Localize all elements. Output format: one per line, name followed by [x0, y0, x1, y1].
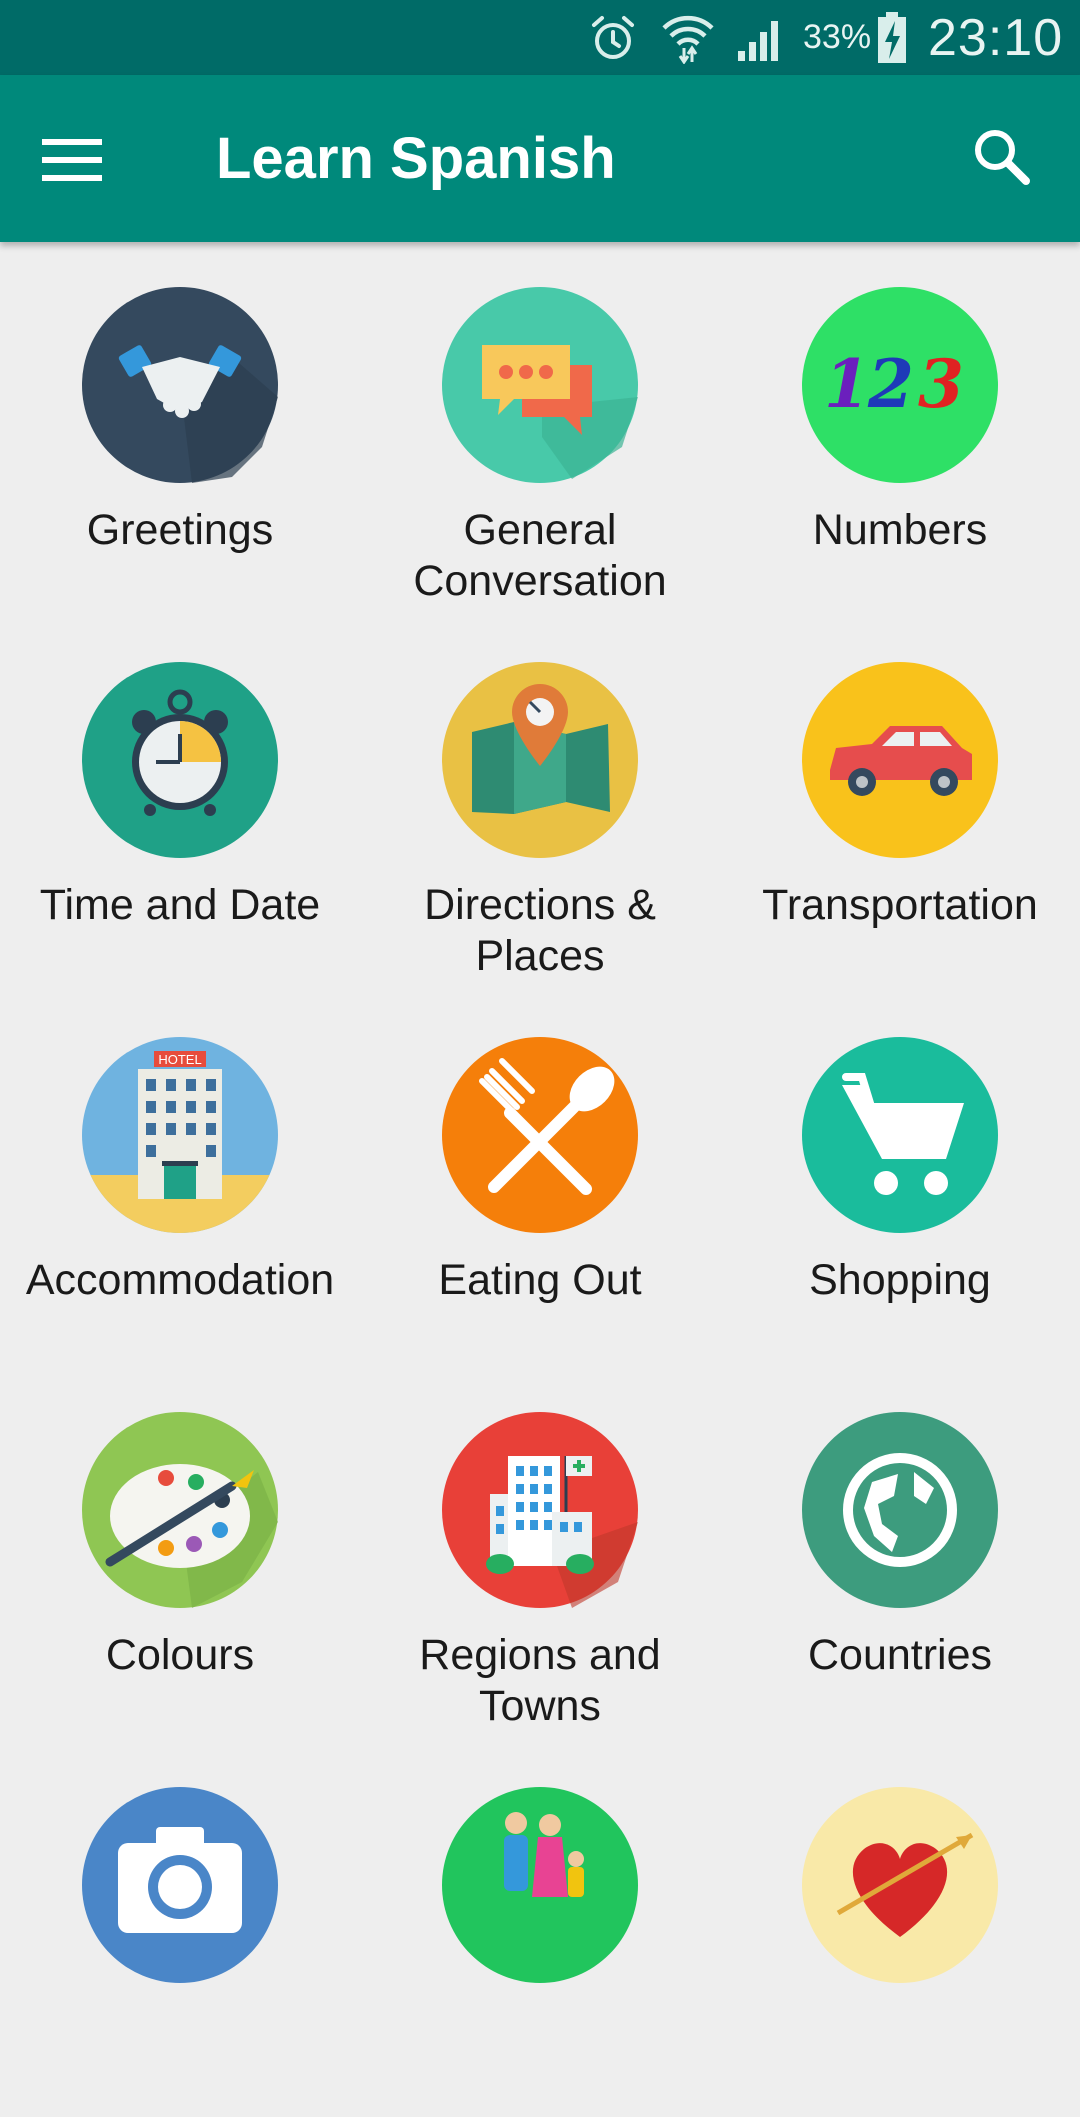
category-label: Directions & Places	[424, 881, 656, 980]
alarm-clock-icon	[82, 662, 278, 858]
car-icon	[802, 662, 998, 858]
category-accommodation[interactable]: HOTEL Accommodation	[0, 992, 360, 1367]
status-bar: 33% 23:10	[0, 0, 1080, 75]
battery-charging-icon	[876, 0, 908, 75]
hamburger-menu-icon[interactable]	[38, 125, 128, 195]
svg-text:HOTEL: HOTEL	[158, 1052, 201, 1067]
category-transportation[interactable]: Transportation	[720, 617, 1080, 992]
category-label: Greetings	[86, 506, 274, 554]
status-time: 23:10	[928, 8, 1064, 67]
camera-icon	[82, 1787, 278, 1983]
category-family[interactable]	[360, 1742, 720, 2117]
page-title: Learn Spanish	[216, 126, 616, 191]
category-label: Accommodation	[25, 1256, 335, 1304]
category-colours[interactable]: Colours	[0, 1367, 360, 1742]
svg-text:1: 1	[824, 345, 870, 423]
handshake-icon	[82, 287, 278, 483]
app-bar: Learn Spanish	[0, 75, 1080, 242]
fork-spoon-icon	[442, 1037, 638, 1233]
category-label: Numbers	[812, 506, 988, 554]
category-regions-and-towns[interactable]: Regions and Towns	[360, 1367, 720, 1742]
category-label: Shopping	[809, 1256, 991, 1304]
globe-icon	[802, 1412, 998, 1608]
map-pin-icon	[442, 662, 638, 858]
category-eating-out[interactable]: Eating Out	[360, 992, 720, 1367]
category-label: Eating Out	[438, 1256, 642, 1304]
category-love[interactable]	[720, 1742, 1080, 2117]
numbers-123-icon: 1 2 3	[802, 287, 998, 483]
category-numbers[interactable]: 1 2 3 Numbers	[720, 242, 1080, 617]
category-directions-places[interactable]: Directions & Places	[360, 617, 720, 992]
signal-icon	[736, 0, 786, 75]
search-icon[interactable]	[970, 125, 1040, 195]
heart-arrow-icon	[802, 1787, 998, 1983]
chat-bubbles-icon	[442, 287, 638, 483]
category-photography[interactable]	[0, 1742, 360, 2117]
category-label: General Conversation	[413, 506, 667, 605]
category-label: Countries	[807, 1631, 993, 1679]
svg-text:2: 2	[867, 345, 914, 423]
category-label: Colours	[105, 1631, 255, 1679]
city-buildings-icon	[442, 1412, 638, 1608]
battery-percent: 33%	[803, 18, 872, 56]
paint-palette-icon	[82, 1412, 278, 1608]
category-shopping[interactable]: Shopping	[720, 992, 1080, 1367]
category-countries[interactable]: Countries	[720, 1367, 1080, 1742]
wifi-icon	[660, 0, 716, 75]
category-greetings[interactable]: Greetings	[0, 242, 360, 617]
shopping-cart-icon	[802, 1037, 998, 1233]
alarm-icon	[588, 0, 638, 75]
svg-text:3: 3	[918, 345, 964, 423]
category-general-conversation[interactable]: General Conversation	[360, 242, 720, 617]
category-label: Transportation	[762, 881, 1038, 929]
category-label: Time and Date	[39, 881, 321, 929]
category-time-and-date[interactable]: Time and Date	[0, 617, 360, 992]
family-icon	[442, 1787, 638, 1983]
hotel-icon: HOTEL	[82, 1037, 278, 1233]
category-label: Regions and Towns	[419, 1631, 661, 1730]
